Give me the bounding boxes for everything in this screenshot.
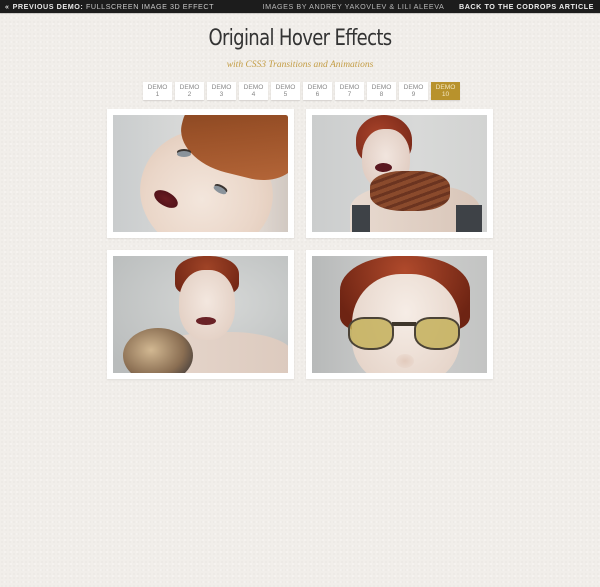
demo-label: DEMO (307, 83, 328, 91)
gallery-item-2[interactable] (306, 109, 493, 238)
double-left-arrow-icon: « (5, 2, 10, 11)
demo-4-button[interactable]: DEMO 4 (239, 82, 268, 100)
demo-6-button[interactable]: DEMO 6 (303, 82, 332, 100)
demo-9-button[interactable]: DEMO 9 (399, 82, 428, 100)
demo-number: 8 (379, 91, 384, 98)
demo-number: 6 (315, 91, 320, 98)
top-bar-right: Images by Andrey Yakovlev & Lili Aleeva … (263, 0, 594, 13)
demo-label: DEMO (403, 83, 424, 91)
gallery-item-3[interactable] (107, 250, 294, 379)
gallery-item-4[interactable] (306, 250, 493, 379)
demo-10-button-active[interactable]: DEMO 10 (431, 82, 460, 100)
demo-number: 9 (411, 91, 416, 98)
back-to-article-link[interactable]: Back to the Codrops Article (459, 2, 594, 11)
demo-8-button[interactable]: DEMO 8 (367, 82, 396, 100)
demo-number: 10 (441, 91, 450, 98)
demo-5-button[interactable]: DEMO 5 (271, 82, 300, 100)
demo-7-button[interactable]: DEMO 7 (335, 82, 364, 100)
demo-label: DEMO (275, 83, 296, 91)
image-credits: Images by Andrey Yakovlev & Lili Aleeva (262, 2, 445, 11)
demo-label: DEMO (147, 83, 168, 91)
previous-demo-title: Fullscreen Image 3D Effect (85, 2, 215, 11)
demo-3-button[interactable]: DEMO 3 (207, 82, 236, 100)
page-title: Original Hover Effects (208, 26, 392, 51)
demo-label: DEMO (371, 83, 392, 91)
portrait-image (312, 115, 487, 232)
previous-demo-label: Previous Demo: (12, 2, 84, 11)
demo-label: DEMO (435, 83, 456, 91)
demo-label: DEMO (211, 83, 232, 91)
previous-demo-link[interactable]: «Previous Demo: Fullscreen Image 3D Effe… (5, 0, 214, 13)
demo-label: DEMO (243, 83, 264, 91)
demo-label: DEMO (179, 83, 200, 91)
demo-1-button[interactable]: DEMO 1 (143, 82, 172, 100)
portrait-image (312, 256, 487, 373)
demo-number: 1 (155, 91, 160, 98)
portrait-image (113, 256, 288, 373)
demo-number: 7 (347, 91, 352, 98)
demo-number: 4 (251, 91, 256, 98)
top-bar: «Previous Demo: Fullscreen Image 3D Effe… (0, 0, 600, 13)
demo-number: 5 (283, 91, 288, 98)
demo-2-button[interactable]: DEMO 2 (175, 82, 204, 100)
demo-nav: DEMO 1 DEMO 2 DEMO 3 DEMO 4 DEMO 5 DEMO 6 DEMO… (143, 82, 460, 100)
portrait-image (113, 115, 288, 232)
demo-label: DEMO (339, 83, 360, 91)
demo-number: 3 (219, 91, 224, 98)
page-subtitle: with CSS3 Transitions and Animations (226, 60, 374, 70)
demo-number: 2 (187, 91, 192, 98)
gallery-item-1[interactable] (107, 109, 294, 238)
